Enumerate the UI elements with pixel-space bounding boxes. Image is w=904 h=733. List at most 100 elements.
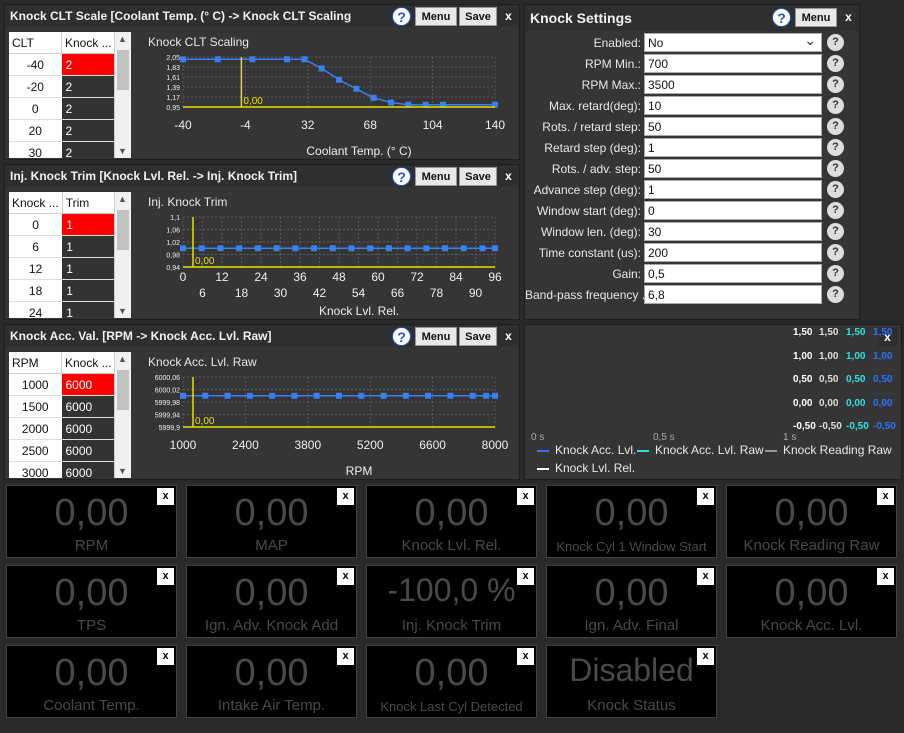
gauge-close-icon[interactable]: x xyxy=(517,568,534,585)
clt-cell-key[interactable]: -40 xyxy=(9,53,62,76)
acc-cell-key[interactable]: 2500 xyxy=(9,439,62,462)
clt-chart[interactable]: 2,05 1,83 1,61 1,39 1,17 0,95 -40 -4 32 68 104 140 0… xyxy=(135,49,515,159)
trim-menu-button[interactable]: Menu xyxy=(415,167,457,186)
acc-menu-button[interactable]: Menu xyxy=(415,327,457,346)
trim-cell-value[interactable]: 1 xyxy=(62,213,118,236)
trim-cell-key[interactable]: 6 xyxy=(9,235,63,258)
acc-cell-value[interactable]: 6000 xyxy=(61,373,117,396)
settings-input[interactable]: 10 xyxy=(644,96,822,115)
table-row[interactable]: 30 2 xyxy=(9,141,117,158)
gauge-close-icon[interactable]: x xyxy=(517,488,534,505)
trim-save-button[interactable]: Save xyxy=(459,167,497,186)
table-row[interactable]: 18 1 xyxy=(9,279,118,302)
clt-cell-value[interactable]: 2 xyxy=(61,75,117,98)
settings-input[interactable]: 30 xyxy=(644,222,822,241)
trim-scrollbar[interactable]: ▲ ▼ xyxy=(114,192,131,318)
settings-help-icon[interactable]: ? xyxy=(772,8,791,27)
settings-input[interactable]: 1 xyxy=(644,138,822,157)
clt-close-icon[interactable]: x xyxy=(499,7,518,26)
clt-table[interactable]: CLT Knock ... -40 2 -20 2 0 2 20 2 30 2 ▲ ▼ xyxy=(9,32,131,158)
gauge-close-icon[interactable]: x xyxy=(697,568,714,585)
settings-menu-button[interactable]: Menu xyxy=(795,8,837,27)
help-icon[interactable]: ? xyxy=(827,286,844,303)
trim-table[interactable]: Knock ... Trim 0 1 6 1 12 1 18 1 24 1 ▲ ▼ xyxy=(9,192,131,318)
acc-chart[interactable]: 6000,06 6000,02 5999,98 5999,94 5999,9 1000 24… xyxy=(135,369,515,479)
settings-input[interactable]: 1 xyxy=(644,180,822,199)
clt-cell-value[interactable]: 2 xyxy=(61,141,117,158)
gauge-close-icon[interactable]: x xyxy=(877,568,894,585)
settings-close-icon[interactable]: x xyxy=(839,8,858,27)
gauge-close-icon[interactable]: x xyxy=(517,648,534,665)
table-row[interactable]: 24 1 xyxy=(9,301,118,318)
acc-close-icon[interactable]: x xyxy=(499,327,518,346)
table-row[interactable]: -40 2 xyxy=(9,53,117,76)
gauge-tile[interactable]: 0,00 Ign. Adv. Knock Add x xyxy=(186,565,357,638)
help-icon[interactable]: ? xyxy=(827,139,844,156)
trim-chart[interactable]: 1,1 1,06 1,02 0,98 0,9406 12 18 24 30 36 42 48 54 60 6… xyxy=(135,209,515,319)
clt-cell-key[interactable]: 30 xyxy=(9,141,62,158)
clt-menu-button[interactable]: Menu xyxy=(415,7,457,26)
table-row[interactable]: 3000 6000 xyxy=(9,461,117,478)
table-row[interactable]: 12 1 xyxy=(9,257,118,280)
clt-cell-key[interactable]: -20 xyxy=(9,75,62,98)
acc-cell-value[interactable]: 6000 xyxy=(61,461,117,478)
table-row[interactable]: 2000 6000 xyxy=(9,417,117,440)
trim-cell-key[interactable]: 0 xyxy=(9,213,63,236)
gauge-tile[interactable]: 0,00 Knock Reading Raw x xyxy=(726,485,897,558)
help-icon[interactable]: ? xyxy=(827,34,844,51)
clt-save-button[interactable]: Save xyxy=(459,7,497,26)
table-row[interactable]: 20 2 xyxy=(9,119,117,142)
clt-help-icon[interactable]: ? xyxy=(392,7,411,26)
gauge-close-icon[interactable]: x xyxy=(157,488,174,505)
acc-cell-value[interactable]: 6000 xyxy=(61,417,117,440)
gauge-tile[interactable]: 0,00 Ign. Adv. Final x xyxy=(546,565,717,638)
table-row[interactable]: 02 xyxy=(9,97,117,120)
help-icon[interactable]: ? xyxy=(827,181,844,198)
gauge-close-icon[interactable]: x xyxy=(157,648,174,665)
help-icon[interactable]: ? xyxy=(827,265,844,282)
table-row[interactable]: 61 xyxy=(9,235,118,258)
gauge-tile[interactable]: 0,00 Knock Acc. Lvl. x xyxy=(726,565,897,638)
help-icon[interactable]: ? xyxy=(827,223,844,240)
gauge-close-icon[interactable]: x xyxy=(157,568,174,585)
settings-input[interactable]: 0,5 xyxy=(644,264,822,283)
acc-cell-key[interactable]: 1500 xyxy=(9,395,62,418)
help-icon[interactable]: ? xyxy=(827,160,844,177)
help-icon[interactable]: ? xyxy=(827,97,844,114)
help-icon[interactable]: ? xyxy=(827,55,844,72)
gauge-tile[interactable]: 0,00 Coolant Temp. x xyxy=(6,645,177,718)
settings-input[interactable]: 700 xyxy=(644,54,822,73)
gauge-tile[interactable]: 0,00 Knock Last Cyl Detected x xyxy=(366,645,537,718)
clt-cell-value[interactable]: 2 xyxy=(61,97,117,120)
acc-cell-key[interactable]: 2000 xyxy=(9,417,62,440)
table-row[interactable]: 1000 6000 xyxy=(9,373,117,396)
gauge-tile[interactable]: 0,00 RPM x xyxy=(6,485,177,558)
gauge-tile[interactable]: 0,00 Knock Cyl 1 Window Start x xyxy=(546,485,717,558)
acc-help-icon[interactable]: ? xyxy=(392,327,411,346)
gauge-tile[interactable]: 0,00 Knock Lvl. Rel. x xyxy=(366,485,537,558)
help-icon[interactable]: ? xyxy=(827,202,844,219)
clt-cell-key[interactable]: 20 xyxy=(9,119,62,142)
gauge-close-icon[interactable]: x xyxy=(877,488,894,505)
acc-scrollbar[interactable]: ▲ ▼ xyxy=(114,352,131,478)
help-icon[interactable]: ? xyxy=(827,76,844,93)
gauge-close-icon[interactable]: x xyxy=(337,568,354,585)
settings-input[interactable]: 0 xyxy=(644,201,822,220)
clt-scrollbar[interactable]: ▲ ▼ xyxy=(114,32,131,158)
trim-cell-value[interactable]: 1 xyxy=(62,257,118,280)
table-row[interactable]: 01 xyxy=(9,213,118,236)
trim-cell-value[interactable]: 1 xyxy=(62,279,118,302)
acc-cell-key[interactable]: 1000 xyxy=(9,373,62,396)
help-icon[interactable]: ? xyxy=(827,118,844,135)
gauge-tile[interactable]: -100,0 % Inj. Knock Trim x xyxy=(366,565,537,638)
help-icon[interactable]: ? xyxy=(827,244,844,261)
trim-cell-key[interactable]: 24 xyxy=(9,301,63,318)
trim-close-icon[interactable]: x xyxy=(499,167,518,186)
settings-input[interactable]: 50 xyxy=(644,159,822,178)
trim-cell-key[interactable]: 18 xyxy=(9,279,63,302)
gauge-close-icon[interactable]: x xyxy=(337,648,354,665)
trim-cell-key[interactable]: 12 xyxy=(9,257,63,280)
gauge-close-icon[interactable]: x xyxy=(337,488,354,505)
settings-input[interactable]: 200 xyxy=(644,243,822,262)
gauge-close-icon[interactable]: x xyxy=(697,488,714,505)
